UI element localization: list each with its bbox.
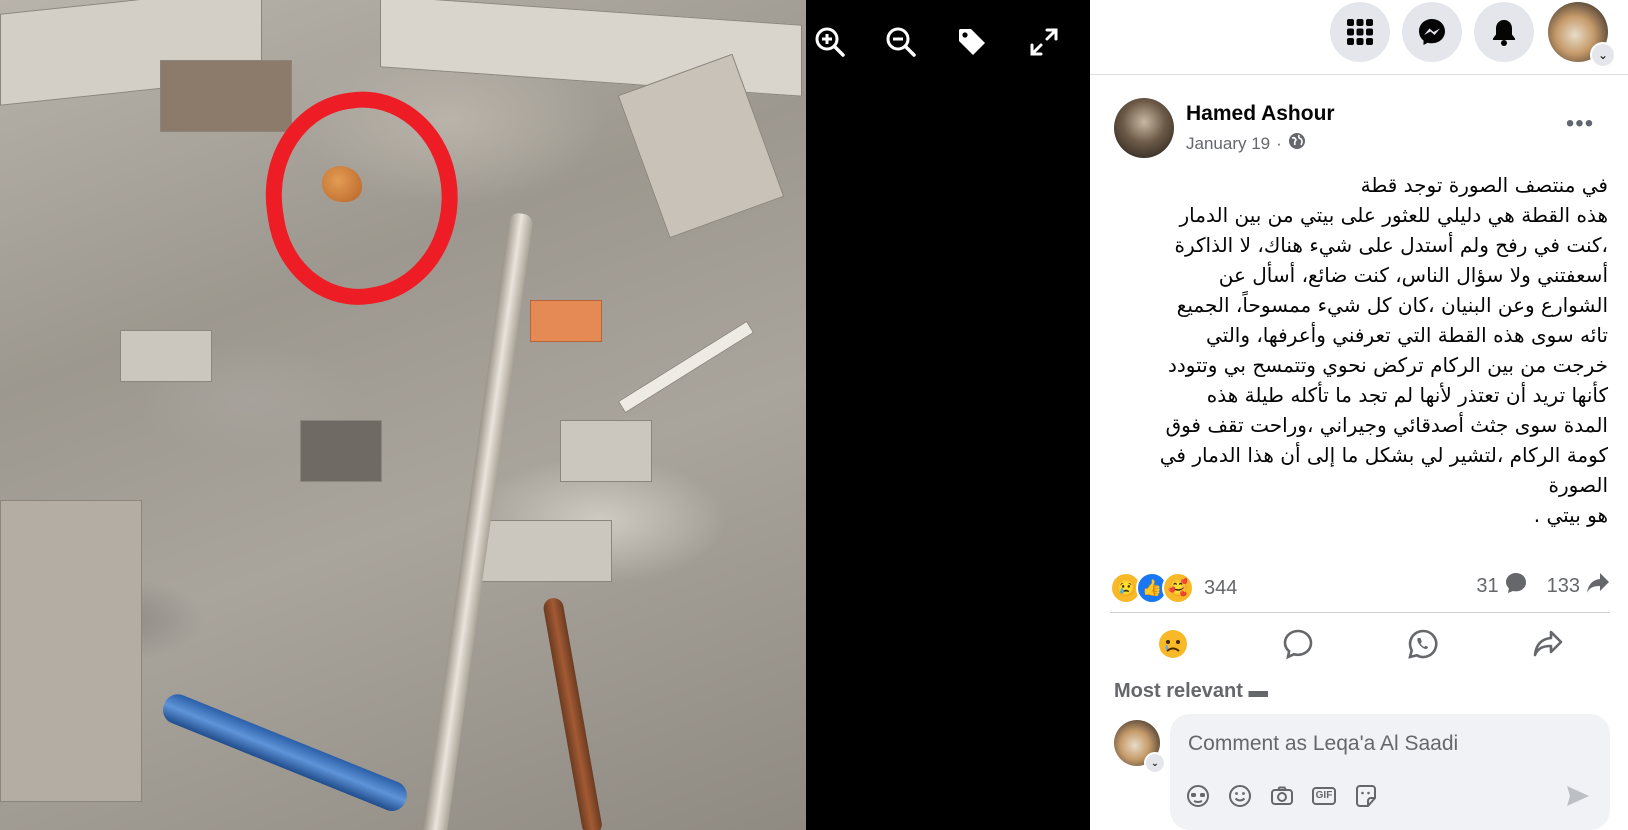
zoom-out-icon[interactable] [879, 20, 923, 64]
comment-sort-dropdown[interactable]: Most relevant ▬ [1114, 680, 1268, 702]
viewer-toolbar [806, 20, 1090, 64]
whatsapp-share-button[interactable] [1393, 622, 1453, 666]
shares-count: 133 [1546, 574, 1580, 597]
sad-face-icon [1158, 630, 1187, 658]
tag-icon[interactable] [950, 20, 994, 64]
post-actions [1110, 620, 1610, 668]
sticker-icon[interactable] [1352, 782, 1380, 810]
care-reaction-icon: 🥰 [1162, 572, 1194, 604]
more-options-icon[interactable]: ••• [1560, 104, 1600, 144]
comments-count: 31 [1476, 574, 1499, 597]
react-button[interactable] [1143, 622, 1203, 666]
comment-input[interactable]: Comment as Leqa'a Al Saadi GIF [1170, 714, 1610, 830]
comment-bubble-icon [1505, 572, 1527, 600]
post-text-line: أسعفتني ولا سؤال الناس، كنت ضائع، أسأل ع… [1218, 263, 1608, 287]
whatsapp-icon [1407, 629, 1438, 659]
post-photo[interactable] [0, 0, 806, 830]
engagement-counts: 31 133 [1476, 572, 1610, 600]
messenger-icon[interactable] [1402, 2, 1462, 62]
post-text-line: كأنها تريد أن تعتذر لأنها لم تجد ما تأكل… [1206, 383, 1608, 407]
post-text-line: الصورة [1548, 473, 1608, 497]
menu-grid-icon[interactable] [1330, 2, 1390, 62]
post-panel: ⌄ Hamed Ashour January 19 · ••• في منتصف… [1090, 0, 1628, 830]
post-meta: January 19 · [1186, 132, 1306, 155]
comments-stat[interactable]: 31 [1476, 572, 1526, 600]
share-arrow-icon [1586, 572, 1610, 600]
chevron-down-icon[interactable]: ⌄ [1144, 752, 1166, 774]
emoji-icon[interactable] [1226, 782, 1254, 810]
fullscreen-icon[interactable] [1022, 20, 1066, 64]
reactions-count: 344 [1204, 576, 1238, 599]
post-text-line: تائه سوى هذه القطة التي تعرفني وأعرفها، … [1205, 323, 1608, 347]
post-text-line: كومة الركام ،لتشير لي بشكل ما إلى أن هذا… [1159, 443, 1608, 467]
post-text-line: المدة سوى جثث أصدقائي وجيراني ،وراحت تقف… [1165, 413, 1608, 437]
author-avatar[interactable] [1114, 98, 1174, 158]
post-text-line: هذه القطة هي دليلي للعثور على بيتي من بي… [1179, 203, 1608, 227]
post-date[interactable]: January 19 [1186, 134, 1270, 154]
reactions-summary[interactable]: 😢 👍 🥰 344 [1110, 572, 1237, 604]
top-navigation: ⌄ [1090, 0, 1628, 75]
comment-tools: GIF [1184, 782, 1380, 810]
gif-label: GIF [1311, 787, 1337, 805]
zoom-in-icon[interactable] [808, 20, 852, 64]
post-text-line: خرجت من بين الركام تركض نحوي وتتمسح بي و… [1167, 353, 1608, 377]
post-text-line: ،كنت في رفح ولم أستدل على شيء هناك، لا ا… [1174, 233, 1609, 257]
comment-icon [1283, 629, 1312, 660]
share-icon [1533, 630, 1562, 657]
divider [1110, 612, 1610, 613]
comment-placeholder: Comment as Leqa'a Al Saadi [1188, 732, 1459, 755]
chevron-down-icon[interactable]: ⌄ [1590, 42, 1616, 68]
camera-icon[interactable] [1268, 782, 1296, 810]
send-icon[interactable] [1564, 782, 1592, 810]
photo-viewer [0, 0, 1090, 830]
shares-stat[interactable]: 133 [1547, 572, 1610, 600]
notifications-bell-icon[interactable] [1474, 2, 1534, 62]
post-text-line: هو بيتي . [1533, 503, 1608, 527]
author-name[interactable]: Hamed Ashour [1186, 102, 1335, 126]
globe-icon [1288, 132, 1306, 155]
avatar-sticker-icon[interactable] [1184, 782, 1212, 810]
post-text-line: الشوارع وعن البنيان ،كان كل شيء ممسوحاً،… [1176, 293, 1608, 317]
comment-button[interactable] [1268, 622, 1328, 666]
post-text: في منتصف الصورة توجد قطة هذه القطة هي دل… [1108, 170, 1608, 530]
meta-separator: · [1276, 133, 1282, 153]
post-text-line: في منتصف الصورة توجد قطة [1360, 173, 1608, 197]
comment-composer: ⌄ Comment as Leqa'a Al Saadi GIF [1114, 714, 1610, 830]
gif-icon[interactable]: GIF [1310, 782, 1338, 810]
share-button[interactable] [1518, 622, 1578, 666]
post-stats: 😢 👍 🥰 344 31 133 [1110, 572, 1610, 606]
